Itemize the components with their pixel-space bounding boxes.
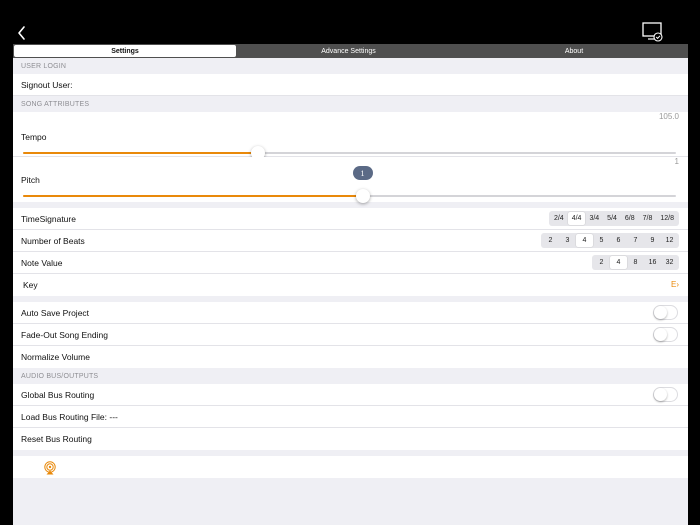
key-label: Key xyxy=(23,280,38,290)
monitor-button[interactable] xyxy=(641,22,665,44)
time-signature-option[interactable]: 3/4 xyxy=(585,212,603,225)
beats-option[interactable]: 9 xyxy=(644,234,661,247)
global-bus-routing-toggle[interactable] xyxy=(653,387,678,402)
fade-out-row: Fade-Out Song Ending xyxy=(13,324,688,346)
pitch-row: 1 Pitch 1 xyxy=(13,157,688,203)
tempo-label: Tempo xyxy=(21,132,47,142)
beats-option[interactable]: 6 xyxy=(610,234,627,247)
monitor-icon xyxy=(642,22,663,42)
reset-bus-routing-label: Reset Bus Routing xyxy=(21,434,92,444)
back-button[interactable] xyxy=(14,24,30,42)
section-header-song-attributes: SONG ATTRIBUTES xyxy=(21,100,90,108)
note-value-selector[interactable]: 2 4 8 16 32 xyxy=(592,255,679,270)
note-value-label: Note Value xyxy=(21,258,63,268)
auto-save-toggle[interactable] xyxy=(653,305,678,320)
number-of-beats-selector[interactable]: 2 3 4 5 6 7 9 12 xyxy=(541,233,679,248)
note-value-row: Note Value 2 4 8 16 32 xyxy=(13,252,688,274)
pitch-slider-thumb[interactable] xyxy=(355,189,370,203)
time-signature-option[interactable]: 5/4 xyxy=(603,212,621,225)
chevron-left-icon xyxy=(18,26,25,40)
settings-content: USER LOGIN Signout User: SONG ATTRIBUTES… xyxy=(13,58,688,525)
beats-option[interactable]: 7 xyxy=(627,234,644,247)
time-signature-option[interactable]: 6/8 xyxy=(621,212,639,225)
pitch-label: Pitch xyxy=(21,175,40,185)
note-value-option[interactable]: 32 xyxy=(661,256,678,269)
airplay-audio-icon[interactable] xyxy=(43,461,57,475)
auto-save-label: Auto Save Project xyxy=(21,308,90,318)
pitch-slider[interactable]: 1 xyxy=(23,166,676,203)
load-bus-routing-row[interactable]: Load Bus Routing File: --- xyxy=(13,406,688,428)
tempo-slider[interactable] xyxy=(23,146,676,160)
note-value-option[interactable]: 8 xyxy=(627,256,644,269)
bottom-bar xyxy=(13,456,688,478)
fade-out-toggle[interactable] xyxy=(653,327,678,342)
note-value-option[interactable]: 4 xyxy=(610,256,627,269)
key-row[interactable]: Key E› xyxy=(13,274,688,296)
section-header-user-login: USER LOGIN xyxy=(21,62,67,70)
time-signature-option[interactable]: 2/4 xyxy=(550,212,568,225)
reset-bus-routing-row[interactable]: Reset Bus Routing xyxy=(13,428,688,450)
toggle-knob xyxy=(654,388,667,401)
time-signature-option[interactable]: 4/4 xyxy=(567,212,586,225)
note-value-option[interactable]: 16 xyxy=(644,256,661,269)
key-value[interactable]: E› xyxy=(671,280,679,289)
tab-bar: Settings Advance Settings About xyxy=(13,44,688,58)
tempo-row: 105.0 Tempo xyxy=(13,112,688,160)
section-header-audio-bus: AUDIO BUS/OUTPUTS xyxy=(21,372,99,380)
toggle-knob xyxy=(654,328,667,341)
auto-save-row: Auto Save Project xyxy=(13,302,688,324)
tempo-slider-fill xyxy=(23,152,259,154)
global-bus-routing-label: Global Bus Routing xyxy=(21,390,95,400)
fade-out-label: Fade-Out Song Ending xyxy=(21,330,108,340)
tab-settings[interactable]: Settings xyxy=(14,45,236,57)
tempo-value: 105.0 xyxy=(658,112,679,121)
beats-option[interactable]: 4 xyxy=(576,234,593,247)
beats-option[interactable]: 3 xyxy=(559,234,576,247)
beats-option[interactable]: 12 xyxy=(661,234,678,247)
number-of-beats-label: Number of Beats xyxy=(21,236,85,246)
number-of-beats-row: Number of Beats 2 3 4 5 6 7 9 12 xyxy=(13,230,688,252)
time-signature-option[interactable]: 12/8 xyxy=(656,212,678,225)
beats-option[interactable]: 5 xyxy=(593,234,610,247)
pitch-value: 1 xyxy=(674,157,679,166)
beats-option[interactable]: 2 xyxy=(542,234,559,247)
chevron-right-icon: › xyxy=(676,280,679,289)
normalize-volume-label: Normalize Volume xyxy=(21,352,90,362)
pitch-slider-fill xyxy=(23,195,363,197)
global-bus-routing-row: Global Bus Routing xyxy=(13,384,688,406)
top-bar xyxy=(0,0,700,44)
tab-advance-settings[interactable]: Advance Settings xyxy=(236,44,461,58)
pitch-value-bubble: 1 xyxy=(352,166,373,180)
normalize-volume-row[interactable]: Normalize Volume xyxy=(13,346,688,368)
time-signature-label: TimeSignature xyxy=(21,214,76,224)
signout-user-label: Signout User: xyxy=(21,80,73,90)
toggle-knob xyxy=(654,306,667,319)
note-value-option[interactable]: 2 xyxy=(593,256,610,269)
tab-about[interactable]: About xyxy=(461,44,687,58)
time-signature-row: TimeSignature 2/4 4/4 3/4 5/4 6/8 7/8 12/8 xyxy=(13,208,688,230)
time-signature-option[interactable]: 7/8 xyxy=(639,212,657,225)
signout-user-row[interactable]: Signout User: xyxy=(13,74,688,96)
time-signature-selector[interactable]: 2/4 4/4 3/4 5/4 6/8 7/8 12/8 xyxy=(548,211,679,226)
load-bus-routing-label: Load Bus Routing File: --- xyxy=(21,412,118,422)
